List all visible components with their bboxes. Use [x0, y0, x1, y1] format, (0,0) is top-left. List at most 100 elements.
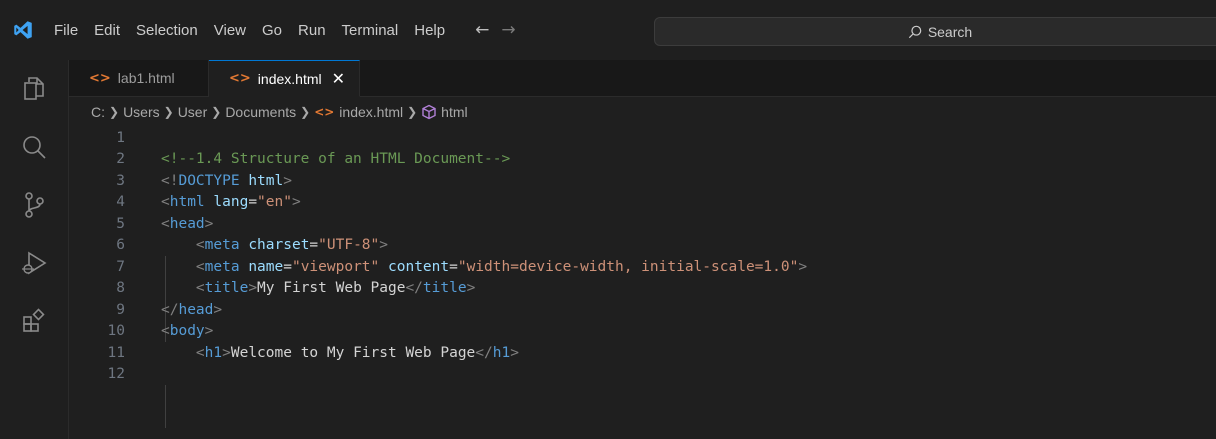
code-token: content	[388, 258, 450, 275]
code-line[interactable]: 2 <!--1.4 Structure of an HTML Document--…	[69, 149, 1216, 171]
code-token: <	[195, 280, 205, 297]
menu-help[interactable]: Help	[406, 0, 453, 60]
breadcrumb-item[interactable]: Users	[123, 104, 160, 120]
line-content: <h1>Welcome to My First Web Page</h1>	[161, 345, 519, 361]
code-token: meta	[204, 237, 240, 254]
menu-file[interactable]: File	[46, 0, 86, 60]
breadcrumb: C: ❯ Users ❯ User ❯ Documents ❯ <> index…	[69, 97, 1216, 127]
code-line[interactable]: 12	[69, 364, 1216, 386]
menu-terminal[interactable]: Terminal	[334, 0, 407, 60]
code-line[interactable]: 10 <body>	[69, 321, 1216, 343]
breadcrumb-item[interactable]: index.html	[339, 104, 403, 120]
search-label: Search	[927, 23, 973, 40]
search-view-icon[interactable]	[0, 118, 68, 176]
code-token: <!--1.4 Structure of an HTML Document-->	[161, 151, 511, 168]
code-token: h1	[204, 344, 223, 361]
breadcrumb-item[interactable]: html	[441, 104, 467, 120]
code-token: "en"	[257, 194, 292, 211]
line-content: <body>	[161, 323, 213, 339]
code-editor[interactable]: 1 2 <!--1.4 Structure of an HTML Document-…	[69, 127, 1216, 428]
line-content: <title>My First Web Page</title>	[161, 280, 475, 296]
code-token: =	[449, 258, 458, 275]
chevron-right-icon: ❯	[163, 105, 174, 119]
code-token: html	[248, 172, 284, 189]
tab-label: lab1.html	[117, 70, 175, 86]
line-number: 1	[116, 129, 125, 146]
editor-area: <> lab1.html <> index.html ✕ C: ❯ Users …	[69, 60, 1216, 439]
forward-arrow-icon[interactable]: →	[495, 20, 521, 40]
tab-lab1-html[interactable]: <> lab1.html	[69, 60, 209, 96]
code-line[interactable]: 1	[69, 127, 1216, 149]
run-debug-icon[interactable]	[0, 234, 68, 292]
search-icon	[908, 25, 922, 38]
code-line[interactable]: 11 <h1>Welcome to My First Web Page</h1>	[69, 342, 1216, 364]
close-icon[interactable]: ✕	[332, 69, 345, 88]
menu-go[interactable]: Go	[254, 0, 290, 60]
code-token: title	[422, 280, 467, 297]
code-line[interactable]: 9 </head>	[69, 299, 1216, 321]
source-control-icon[interactable]	[0, 176, 68, 234]
code-token: =	[283, 258, 292, 275]
menu-selection[interactable]: Selection	[128, 0, 206, 60]
html-element-icon	[422, 104, 436, 120]
line-number: 5	[116, 215, 125, 232]
code-line[interactable]: 6 <meta charset="UTF-8">	[69, 235, 1216, 257]
extensions-icon[interactable]	[0, 292, 68, 350]
navigation-arrows: ← →	[469, 20, 522, 40]
menu-view[interactable]: View	[206, 0, 254, 60]
code-line[interactable]: 5 <head>	[69, 213, 1216, 235]
code-token: =	[248, 194, 258, 211]
code-token: >	[291, 194, 301, 211]
code-token: </	[405, 280, 423, 297]
chevron-right-icon: ❯	[300, 105, 311, 119]
line-number: 11	[107, 344, 125, 361]
code-token: "UTF-8"	[318, 237, 380, 254]
line-content: <html lang="en">	[161, 194, 301, 210]
indent-guide	[165, 385, 166, 428]
tab-label: index.html	[257, 70, 322, 87]
vscode-logo-icon[interactable]	[0, 0, 46, 60]
code-token: >	[798, 258, 808, 275]
code-token: title	[204, 280, 249, 297]
line-number: 6	[116, 237, 125, 254]
menu-run[interactable]: Run	[290, 0, 334, 60]
code-token: =	[309, 237, 319, 254]
line-content: <meta name="viewport" content="width=dev…	[161, 259, 807, 275]
code-token: "viewport"	[291, 258, 380, 275]
code-line[interactable]: 4 <html lang="en">	[69, 192, 1216, 214]
activity-bar	[0, 60, 69, 439]
chevron-right-icon: ❯	[211, 105, 222, 119]
code-line[interactable]: 8 <title>My First Web Page</title>	[69, 278, 1216, 300]
command-center-search[interactable]: Search	[654, 17, 1216, 46]
code-token: My First Web Page	[257, 280, 406, 297]
breadcrumb-item[interactable]: User	[178, 104, 208, 120]
back-arrow-icon[interactable]: ←	[469, 20, 495, 40]
code-token: "width=device-width, initial-scale=1.0"	[457, 258, 799, 275]
code-line[interactable]: 7 <meta name="viewport" content="width=d…	[69, 256, 1216, 278]
code-token: <	[161, 323, 170, 340]
code-token: </	[475, 344, 493, 361]
code-token: >	[213, 301, 223, 318]
html-file-icon: <>	[229, 71, 251, 86]
code-token: <	[161, 215, 170, 232]
chevron-right-icon: ❯	[407, 105, 418, 119]
menu-edit[interactable]: Edit	[86, 0, 128, 60]
code-token: html	[169, 194, 205, 211]
breadcrumb-item[interactable]: Documents	[225, 104, 296, 120]
line-content: </head>	[161, 302, 222, 318]
breadcrumb-item[interactable]: C:	[91, 104, 105, 120]
code-token: >	[379, 237, 388, 254]
code-token: DOCTYPE	[178, 172, 240, 189]
code-token: >	[248, 280, 258, 297]
code-token: >	[283, 172, 292, 189]
chevron-right-icon: ❯	[109, 105, 120, 119]
code-line[interactable]: 3 <!DOCTYPE html>	[69, 170, 1216, 192]
line-number: 10	[107, 323, 125, 340]
explorer-icon[interactable]	[0, 60, 68, 118]
tab-index-html[interactable]: <> index.html ✕	[209, 60, 361, 97]
code-token: <	[195, 344, 205, 361]
